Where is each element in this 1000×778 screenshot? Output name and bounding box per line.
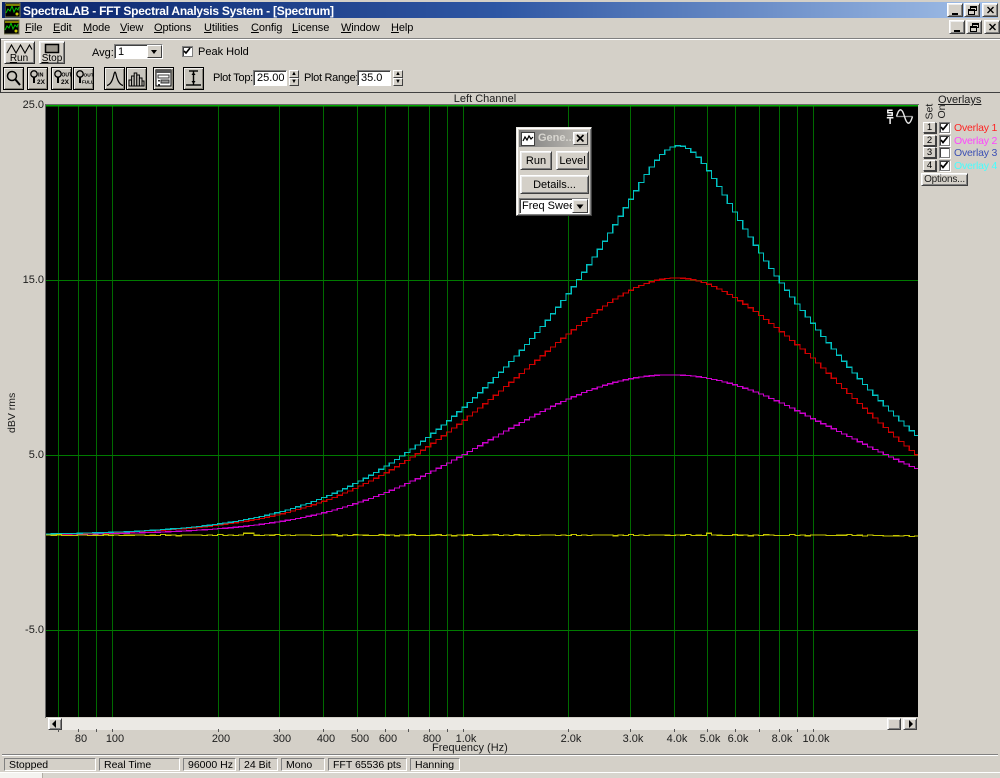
svg-text:2X: 2X [61,79,70,86]
svg-text:IN: IN [38,73,44,79]
svg-text:FULL: FULL [82,80,93,85]
svg-text:OUT: OUT [84,73,94,79]
svg-text:dBV rms: dBV rms [6,393,18,433]
svg-text:Set: Set [924,104,936,120]
svg-text:On: On [936,104,948,118]
svg-text:OUT: OUT [62,73,72,79]
svg-text:2X: 2X [37,79,46,86]
